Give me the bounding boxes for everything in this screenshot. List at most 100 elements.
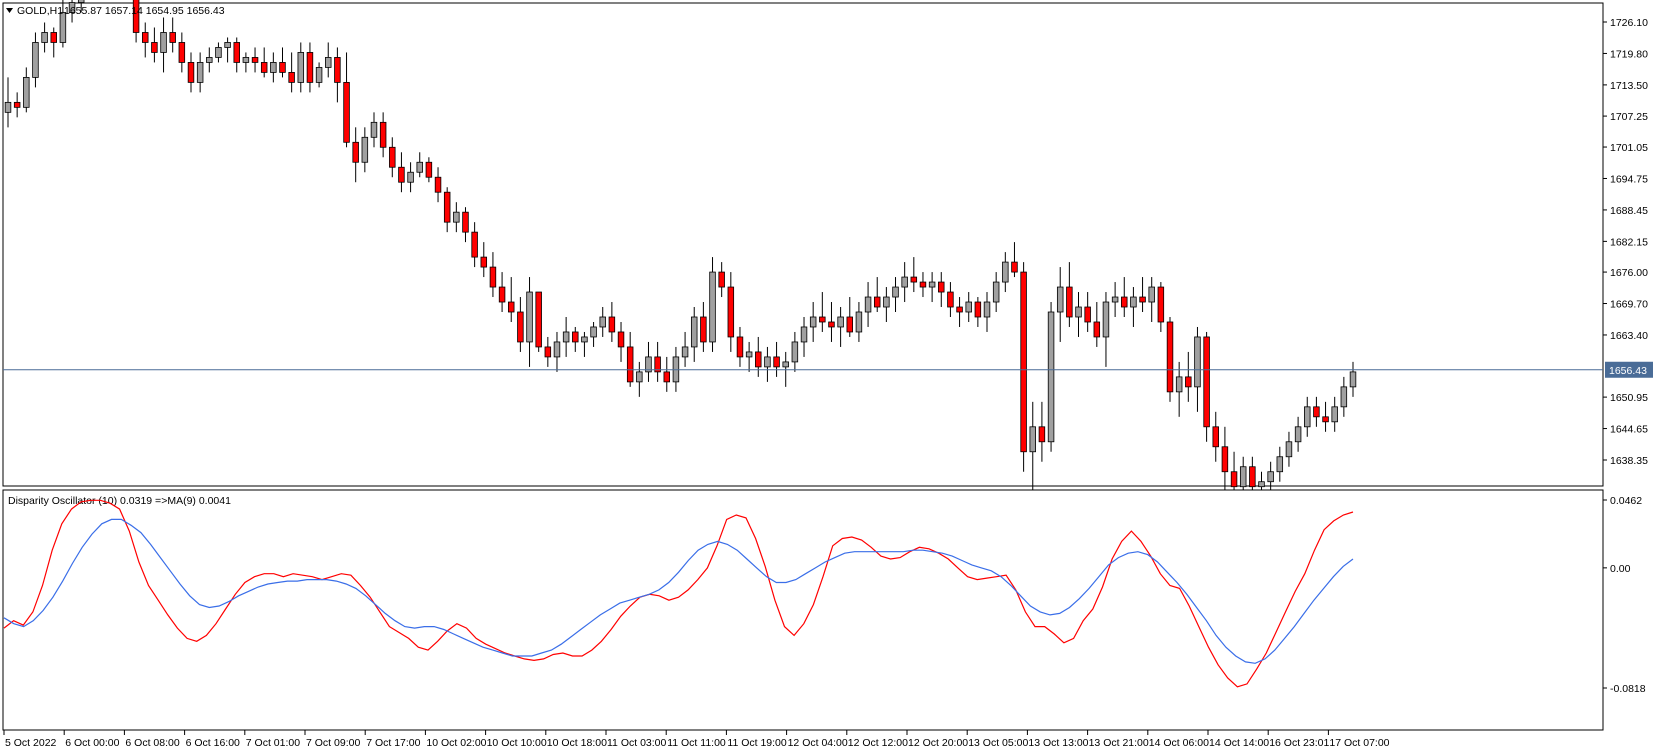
candle-bear	[910, 276, 918, 283]
candle-bear	[1139, 296, 1146, 303]
time-tick-label: 12 Oct 20:00	[908, 737, 968, 749]
candle-bear	[352, 141, 359, 163]
candle-bear	[306, 52, 314, 83]
price-pane[interactable]	[2, 2, 1604, 487]
time-tick-label: 13 Oct 05:00	[968, 737, 1028, 749]
candle-bear	[343, 81, 350, 143]
candle-bear	[50, 32, 57, 43]
candle-bull	[361, 136, 369, 163]
candle-bear	[535, 291, 542, 348]
candle-bull	[1258, 481, 1265, 488]
candle-bear	[828, 321, 835, 328]
candle-bull	[901, 276, 908, 288]
candle-bull	[416, 161, 423, 173]
time-tick-label: 11 Oct 11:00	[667, 737, 726, 749]
candle-bull	[206, 57, 213, 63]
candle-bull	[1056, 286, 1064, 313]
candle-bull	[453, 211, 460, 223]
candle-bear	[1203, 336, 1210, 428]
candle-bear	[288, 72, 295, 83]
candle-bear	[507, 301, 515, 313]
time-tick-label: 11 Oct 19:00	[727, 737, 787, 749]
time-tick-label: 14 Oct 06:00	[1149, 737, 1209, 749]
candle-bear	[1322, 416, 1329, 423]
time-tick-label: 10 Oct 18:00	[547, 737, 607, 749]
candle-bear	[233, 42, 240, 63]
candle-bull	[764, 356, 771, 368]
candle-bull	[59, 12, 67, 43]
price-tick-label: 1638.35	[1610, 455, 1648, 467]
candle-bull	[599, 316, 606, 328]
time-tick-label: 6 Oct 16:00	[186, 737, 240, 749]
price-tick-label: 1713.50	[1610, 80, 1648, 92]
candle-bear	[700, 316, 707, 343]
candle-bull	[745, 351, 753, 358]
candle-bull	[1304, 406, 1311, 428]
candle-bull	[224, 42, 231, 48]
price-tick-label: 1688.45	[1610, 205, 1648, 217]
candle-bull	[581, 336, 588, 343]
candle-bull	[270, 62, 277, 73]
indicator-axis: 0.0462 0.00 -0.0818	[1603, 495, 1646, 695]
time-tick-label: 13 Oct 21:00	[1089, 737, 1149, 749]
price-tick-label: 1669.70	[1610, 299, 1648, 311]
candle-bear	[187, 62, 195, 83]
candle-bull	[1331, 406, 1338, 423]
candle-bear	[489, 266, 497, 288]
candle-bear	[425, 161, 433, 178]
candle-bear	[1038, 426, 1046, 443]
candle-bear	[1020, 271, 1027, 453]
time-tick-label: 7 Oct 09:00	[306, 737, 360, 749]
candle-bull	[32, 42, 39, 78]
candle-bear	[1066, 286, 1073, 318]
indicator-pane[interactable]	[2, 489, 1604, 731]
price-tick-label: 1707.25	[1610, 111, 1648, 123]
candle-bull	[928, 281, 936, 288]
candle-bull	[4, 101, 12, 113]
candle-bull	[553, 341, 561, 358]
candle-bear	[434, 176, 442, 193]
candle-bull	[883, 296, 890, 308]
candle-bull	[77, 0, 85, 3]
candle-bull	[864, 296, 872, 313]
candle-bear	[755, 351, 762, 368]
time-tick-label: 6 Oct 08:00	[125, 737, 179, 749]
candle-bear	[1313, 406, 1320, 418]
time-tick-label: 13 Oct 13:00	[1028, 737, 1088, 749]
time-tick-label: 7 Oct 01:00	[246, 737, 300, 749]
time-tick-label: 12 Oct 04:00	[788, 737, 848, 749]
time-tick-label: 11 Oct 03:00	[607, 737, 667, 749]
candle-bull	[965, 301, 972, 313]
candle-bear	[480, 256, 488, 268]
candle-bull	[407, 171, 414, 183]
candle-bear	[1157, 286, 1165, 323]
time-tick-label: 16 Oct 23:01	[1269, 737, 1329, 749]
candle-bear	[727, 286, 735, 338]
candle-bear	[736, 336, 744, 358]
price-tick-label: 1644.65	[1610, 424, 1648, 436]
candle-bull	[983, 301, 991, 318]
candle-bear	[1230, 471, 1238, 488]
candle-bull	[215, 47, 222, 58]
indicator-title: Disparity Oscillator (10) 0.0319 =>MA(9)…	[8, 495, 231, 507]
time-tick-label: 7 Oct 17:00	[366, 737, 420, 749]
candle-bull	[690, 316, 698, 348]
candle-bull	[370, 121, 378, 138]
price-tick-label: 1682.15	[1610, 236, 1648, 248]
candle-bear	[260, 62, 268, 73]
candle-bull	[809, 316, 817, 328]
candle-bull	[892, 286, 899, 298]
ohlc-values: 1655.87 1657.14 1654.95 1656.43	[64, 5, 225, 17]
candle-bull	[1130, 296, 1137, 308]
candle-bull	[855, 311, 863, 333]
candle-bear	[718, 271, 725, 288]
candle-bear	[1212, 426, 1219, 448]
price-axis: 1726.10 1719.80 1713.50 1707.25 1701.05 1694.…	[1603, 17, 1648, 467]
candle-bull	[1276, 456, 1284, 473]
candle-bull	[636, 371, 643, 383]
candle-bear	[389, 146, 396, 168]
time-tick-label: 5 Oct 2022	[5, 737, 57, 749]
candle-bull	[1267, 471, 1274, 483]
indicator-tick-label: -0.0818	[1610, 683, 1646, 695]
indicator-tick-label: 0.00	[1610, 563, 1631, 575]
